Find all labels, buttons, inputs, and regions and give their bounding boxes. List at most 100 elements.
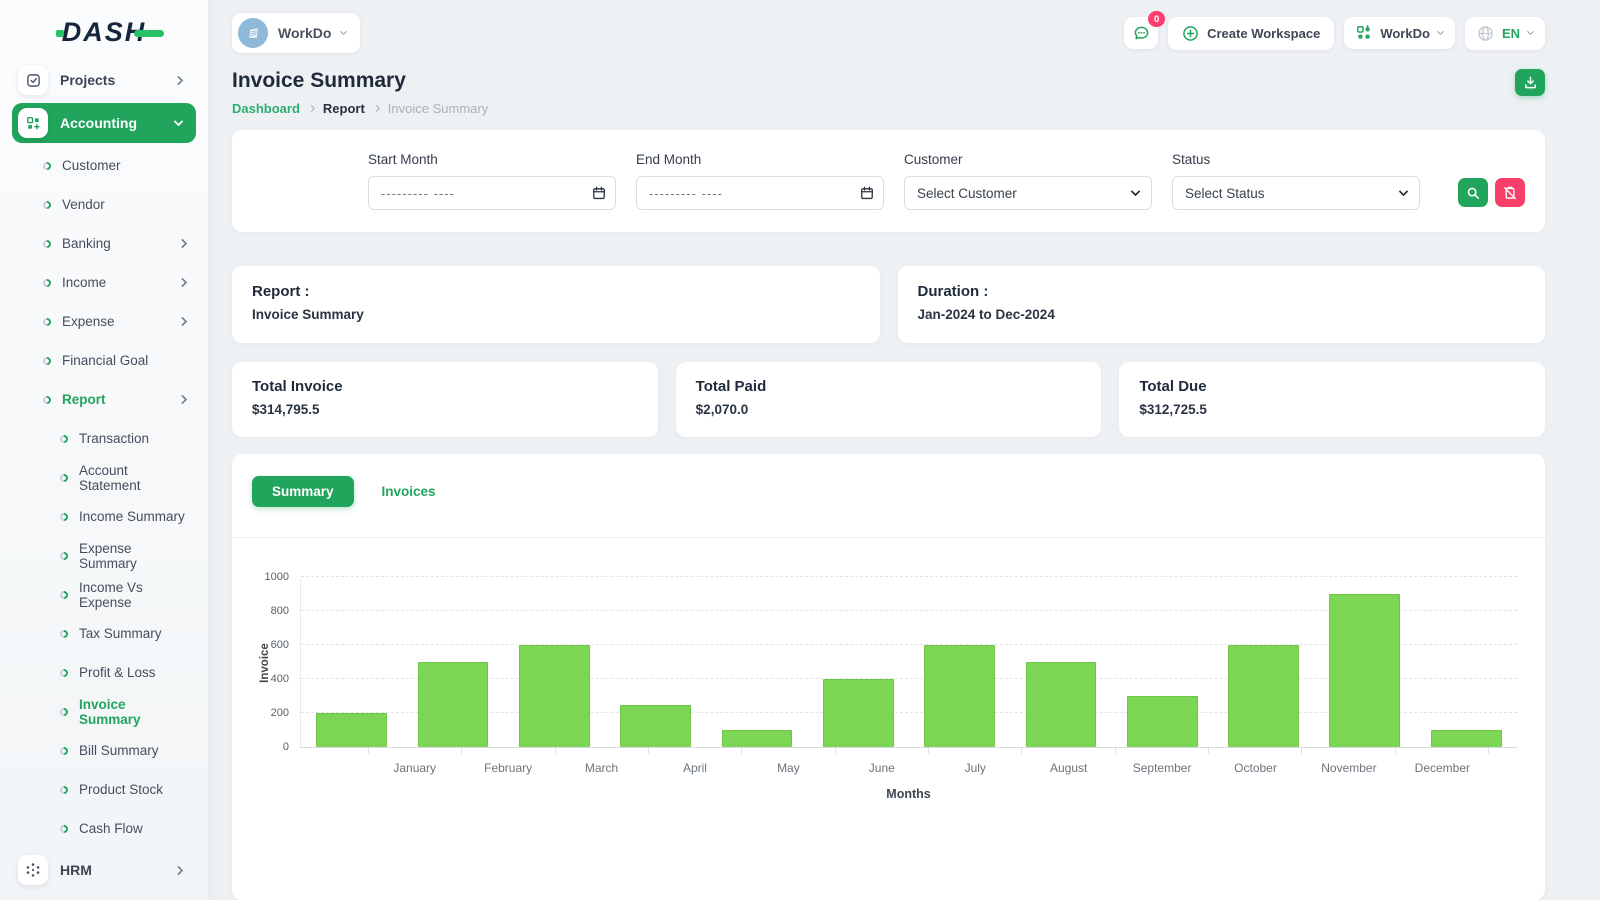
sidebar-item-bill-summary[interactable]: Bill Summary — [12, 731, 196, 770]
bar-february[interactable] — [417, 662, 489, 747]
chevron-right-icon — [177, 394, 188, 405]
sidebar-item-vendor[interactable]: Vendor — [12, 185, 196, 224]
logo-dot-accent — [56, 30, 64, 37]
invoice-chart: Invoice 0 200 400 600 800 1000 January Februar… — [232, 538, 1545, 815]
bar-october[interactable] — [1228, 645, 1300, 747]
duration-label: Duration : — [917, 283, 989, 300]
app-logo[interactable]: DASH — [12, 12, 196, 52]
stat-card-total-invoice: Total Invoice $314,795.5 — [232, 362, 658, 437]
y-tick-label: 800 — [270, 605, 289, 617]
x-tick — [1302, 748, 1396, 754]
tab-invoices[interactable]: Invoices — [368, 476, 450, 507]
sidebar-item-profit-loss[interactable]: Profit & Loss — [12, 653, 196, 692]
y-axis-title: Invoice — [258, 642, 271, 683]
sidebar-item-report[interactable]: Report — [12, 380, 196, 419]
tab-summary[interactable]: Summary — [252, 476, 354, 507]
bullet-icon — [41, 276, 53, 289]
sidebar-item-financial-goal[interactable]: Financial Goal — [12, 341, 196, 380]
sidebar-item-tax-summary[interactable]: Tax Summary — [12, 614, 196, 653]
sidebar-item-income[interactable]: Income — [12, 263, 196, 302]
chevron-right-icon — [173, 865, 184, 875]
sidebar-item-product-stock[interactable]: Product Stock — [12, 770, 196, 809]
x-axis-label: May — [777, 761, 800, 775]
bar-january[interactable] — [316, 713, 388, 747]
bullet-icon — [58, 471, 70, 484]
sidebar-item-label: Tax Summary — [79, 626, 162, 641]
sidebar-item-transaction[interactable]: Transaction — [12, 419, 196, 458]
x-axis-label: November — [1321, 761, 1377, 775]
sidebar-item-label: HRM — [60, 862, 92, 878]
sidebar-item-label: Accounting — [60, 115, 137, 131]
customer-select-value: Select Customer — [917, 185, 1017, 201]
end-month-input[interactable] — [636, 176, 884, 210]
topbar-actions: 0 Create Workspace WorkDo EN — [1124, 11, 1545, 50]
x-tick — [462, 748, 556, 754]
sidebar-item-banking[interactable]: Banking — [12, 224, 196, 263]
sidebar-item-accounting[interactable]: Accounting — [12, 103, 196, 143]
sidebar-item-income-vs-expense[interactable]: Income Vs Expense — [12, 575, 196, 614]
bullet-icon — [41, 198, 53, 211]
sidebar-item-income-summary[interactable]: Income Summary — [12, 497, 196, 536]
sidebar-item-hrm[interactable]: HRM — [12, 850, 196, 890]
download-button[interactable] — [1515, 69, 1545, 96]
page-title: Invoice Summary — [232, 69, 406, 92]
sidebar-item-label: Account Statement — [79, 462, 141, 493]
calendar-icon[interactable] — [860, 186, 874, 200]
messages-button[interactable]: 0 — [1124, 11, 1166, 49]
sidebar-item-cash-flow[interactable]: Cash Flow — [12, 809, 196, 848]
status-select-value: Select Status — [1185, 185, 1265, 201]
breadcrumb-separator-icon — [307, 104, 315, 113]
x-axis-label: February — [484, 761, 533, 775]
report-name-card: Report : Invoice Summary — [232, 266, 880, 343]
x-axis-label: June — [868, 761, 895, 775]
sidebar-item-label: Banking — [62, 236, 111, 251]
breadcrumb-dashboard[interactable]: Dashboard — [232, 101, 300, 116]
language-selector[interactable]: EN — [1464, 16, 1545, 50]
bar-november[interactable] — [1329, 594, 1401, 747]
sidebar-item-invoice-summary[interactable]: Invoice Summary — [12, 692, 196, 731]
create-workspace-button[interactable]: Create Workspace — [1168, 16, 1335, 50]
bar-june[interactable] — [822, 679, 894, 747]
calendar-icon[interactable] — [592, 186, 606, 200]
stat-card-total-due: Total Due $312,725.5 — [1119, 362, 1546, 437]
bar-slot-november — [1314, 578, 1415, 747]
x-axis-title: Months — [886, 787, 931, 801]
bar-march[interactable] — [518, 645, 590, 747]
status-select[interactable]: Select Status — [1172, 176, 1420, 210]
bullet-icon — [41, 315, 53, 328]
sidebar-item-customer[interactable]: Customer — [12, 146, 196, 185]
breadcrumb: Dashboard Report Invoice Summary — [232, 101, 488, 116]
bar-december[interactable] — [1430, 730, 1502, 747]
bullet-icon — [41, 159, 53, 172]
sidebar-item-expense-summary[interactable]: Expense Summary — [12, 536, 196, 575]
chevron-down-icon — [1436, 27, 1444, 36]
start-month-input[interactable] — [368, 176, 616, 210]
sidebar-item-expense[interactable]: Expense — [12, 302, 196, 341]
chat-badge: 0 — [1148, 11, 1166, 27]
bar-september[interactable] — [1126, 696, 1198, 747]
stat-value: $312,725.5 — [1139, 402, 1207, 417]
bar-july[interactable] — [924, 645, 996, 747]
workspace-selector[interactable]: WorkDo — [232, 13, 361, 53]
search-button[interactable] — [1458, 178, 1488, 207]
breadcrumb-report[interactable]: Report — [323, 101, 365, 116]
sidebar-item-account-statement[interactable]: Account Statement — [12, 458, 196, 497]
chevron-down-icon — [1398, 186, 1409, 197]
bullet-icon — [58, 705, 70, 718]
projects-checkbox-icon — [18, 65, 48, 95]
bar-may[interactable] — [721, 730, 793, 747]
start-month-label: Start Month — [368, 152, 438, 167]
workdo-menu-button[interactable]: WorkDo — [1344, 17, 1455, 49]
y-tick-label: 0 — [282, 741, 289, 753]
logo-dash-accent — [134, 30, 164, 37]
customer-select[interactable]: Select Customer — [904, 176, 1152, 210]
bar-april[interactable] — [620, 704, 692, 747]
bar-august[interactable] — [1025, 662, 1097, 747]
reset-filter-button[interactable] — [1495, 178, 1525, 207]
chevron-down-icon — [1526, 27, 1535, 36]
bullet-icon — [58, 783, 70, 796]
x-axis-label: December — [1414, 761, 1471, 775]
breadcrumb-separator-icon — [372, 104, 380, 113]
sidebar-nav: Projects Accounting Customer Vendor Bankin… — [12, 60, 196, 890]
sidebar-item-projects[interactable]: Projects — [12, 60, 196, 100]
